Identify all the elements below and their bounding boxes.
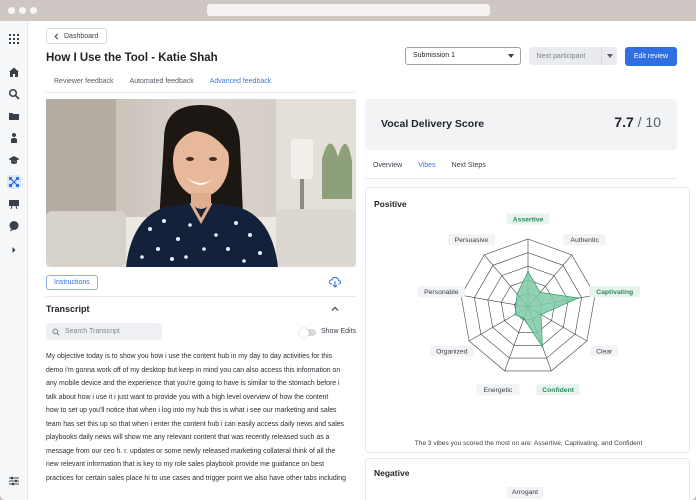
tab-automated-feedback[interactable]: Automated feedback — [122, 75, 202, 93]
transcript-body: My objective today is to show you how i … — [46, 350, 358, 485]
radar-data-point — [577, 297, 580, 299]
transcript-line: new relevant information that is key to … — [46, 461, 325, 468]
transcript-search-input[interactable] — [65, 328, 155, 335]
transcript-line: My objective today is to show you how i … — [46, 353, 333, 360]
tab-overview[interactable]: Overview — [365, 161, 410, 179]
window-minimize-dot[interactable] — [19, 7, 26, 14]
next-participant-menu-toggle[interactable] — [601, 47, 617, 65]
radar-data-point — [539, 291, 542, 294]
detail-tabs-divider — [365, 178, 677, 179]
transcript-search[interactable] — [46, 323, 162, 340]
cloud-download-icon[interactable] — [328, 275, 342, 289]
detail-tabs: Overview Vibes Next Steps — [365, 161, 494, 179]
negative-vibes-card: Negative Arrogant — [365, 458, 690, 500]
nodes-icon[interactable] — [7, 175, 21, 189]
presentation-icon[interactable] — [7, 197, 21, 211]
radar-axis-label: Energetic — [484, 387, 513, 394]
radar-data-point — [540, 313, 542, 316]
back-button-label: Dashboard — [64, 32, 99, 40]
radar-axis-label: Captivating — [596, 289, 633, 296]
tab-reviewer-feedback[interactable]: Reviewer feedback — [46, 75, 122, 93]
transcript-line: any mobile device and the experience tha… — [46, 380, 340, 387]
transcript-line: message from our ceo h. r. updates or so… — [46, 447, 336, 455]
left-nav-rail — [0, 21, 28, 500]
transcript-divider — [46, 296, 356, 297]
video-player[interactable] — [46, 99, 356, 267]
chevron-right-icon[interactable] — [7, 243, 21, 257]
transcript-line: talk about how i use it i just want to p… — [46, 393, 329, 401]
person-icon[interactable] — [7, 131, 21, 145]
radar-data-point — [541, 345, 544, 348]
radar-data-point — [522, 317, 525, 320]
apps-grid-icon[interactable] — [7, 32, 21, 46]
radar-axis-label: Personable — [424, 289, 459, 296]
tab-advanced-feedback[interactable]: Advanced feedback — [201, 75, 280, 93]
vibes-radar-chart: Assertive Authentic Captivating Clear Confid… — [417, 213, 641, 396]
transcript-line: demo i'm gonna work off of my desktop bu… — [46, 366, 341, 374]
search-icon — [52, 327, 60, 336]
window-maximize-dot[interactable] — [30, 7, 37, 14]
negative-vibe-label: Arrogant — [507, 487, 544, 499]
graduation-cap-icon[interactable] — [7, 153, 21, 167]
score-label: Vocal Delivery Score — [381, 118, 485, 130]
transcript-title: Transcript — [46, 304, 90, 314]
page-title: How I Use the Tool - Katie Shah — [46, 52, 218, 64]
submission-select[interactable]: Submission 1 — [405, 47, 521, 65]
score-value-group: 7.7 / 10 — [614, 114, 661, 130]
caret-down-icon — [508, 54, 514, 58]
feedback-tabs: Reviewer feedback Automated feedback Adv… — [46, 75, 280, 93]
show-edits-toggle[interactable] — [299, 327, 316, 338]
tabs-divider — [46, 92, 355, 93]
radar-data-point — [514, 313, 516, 316]
vocal-delivery-score-card: Vocal Delivery Score 7.7 / 10 — [365, 99, 677, 150]
next-participant-label: Next participant — [536, 52, 586, 60]
chevron-up-icon[interactable] — [330, 304, 340, 314]
sliders-icon[interactable] — [7, 474, 21, 488]
caret-down-icon — [607, 54, 613, 58]
radar-axis-label: Organized — [436, 348, 468, 355]
radar-data-point — [516, 293, 518, 295]
tab-next-steps[interactable]: Next Steps — [444, 161, 494, 179]
instructions-button[interactable]: Instructions — [46, 275, 98, 290]
speaker-video-frame — [46, 99, 356, 267]
home-icon[interactable] — [7, 65, 21, 79]
toggle-knob — [299, 327, 309, 338]
next-participant-button[interactable]: Next participant — [529, 47, 617, 65]
folder-icon[interactable] — [7, 109, 21, 123]
chevron-left-icon — [54, 33, 59, 39]
submission-select-value: Submission 1 — [413, 52, 456, 59]
radar-data-point — [515, 304, 517, 306]
score-value: 7.7 — [614, 114, 634, 130]
negative-heading: Negative — [374, 468, 410, 478]
score-max: / 10 — [637, 114, 661, 130]
back-to-dashboard-button[interactable]: Dashboard — [46, 28, 108, 44]
browser-chrome — [0, 0, 696, 21]
window-close-dot[interactable] — [8, 7, 15, 14]
transcript-line: how to set up you'll notice that when i … — [46, 407, 337, 414]
transcript-line: team has set this up so that when i ente… — [46, 420, 344, 428]
search-icon[interactable] — [7, 87, 21, 101]
radar-axis-label: Confident — [542, 387, 574, 394]
radar-axis-label: Persuasive — [455, 237, 489, 244]
address-bar[interactable] — [207, 4, 490, 16]
positive-vibes-card: Positive Assertive Authentic Captivating Cl… — [365, 187, 690, 453]
vibes-summary: The 3 vibes you scored the most on are: … — [414, 440, 643, 447]
show-edits-label: Show Edits — [321, 328, 357, 335]
radar-axis-label: Clear — [596, 348, 613, 355]
main-content: Dashboard How I Use the Tool - Katie Sha… — [28, 21, 696, 500]
edit-review-button[interactable]: Edit review — [625, 47, 677, 66]
tab-vibes[interactable]: Vibes — [410, 161, 444, 179]
chat-icon[interactable] — [7, 219, 21, 233]
transcript-line: playbooks daily news will show me any re… — [46, 434, 330, 441]
radar-axis-label: Authentic — [570, 237, 599, 244]
radar-data-area — [514, 270, 580, 349]
app-window: Dashboard How I Use the Tool - Katie Sha… — [0, 0, 696, 500]
radar-data-point — [527, 270, 529, 273]
radar-axis-label: Assertive — [513, 216, 544, 223]
transcript-line: practices for certain sales place hi to … — [46, 474, 346, 482]
